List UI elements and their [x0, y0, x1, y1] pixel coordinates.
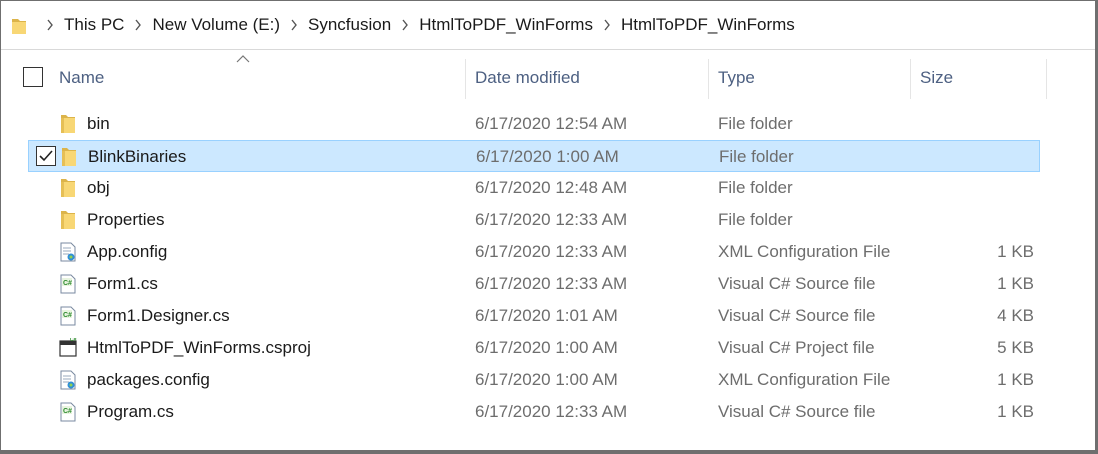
file-type: Visual C# Source file: [718, 402, 876, 421]
file-date-modified: 6/17/2020 1:00 AM: [475, 338, 618, 357]
file-row[interactable]: obj 6/17/2020 12:48 AM File folder: [28, 172, 1040, 204]
file-type: File folder: [718, 210, 793, 229]
file-size: 5 KB: [997, 338, 1034, 357]
column-size-header[interactable]: Size: [920, 57, 953, 99]
file-date-modified: 6/17/2020 12:48 AM: [475, 178, 628, 197]
svg-text:C#: C#: [70, 338, 77, 343]
file-name: bin: [87, 114, 110, 133]
column-type-header[interactable]: Type: [718, 57, 755, 99]
address-bar[interactable]: This PC New Volume (E:) Syncfusion HtmlT…: [1, 1, 1095, 50]
file-row[interactable]: App.config 6/17/2020 12:33 AM XML Configur…: [28, 236, 1040, 268]
file-explorer-window: This PC New Volume (E:) Syncfusion HtmlT…: [0, 0, 1098, 454]
csharp-file-icon: C#: [60, 402, 76, 422]
file-type: XML Configuration File: [718, 242, 891, 261]
file-date-modified: 6/17/2020 12:33 AM: [475, 402, 628, 421]
breadcrumb-item[interactable]: New Volume (E:): [149, 1, 283, 49]
file-type: Visual C# Source file: [718, 274, 876, 293]
select-all-checkbox[interactable]: [23, 67, 43, 87]
file-size: 1 KB: [997, 274, 1034, 293]
svg-text:C#: C#: [63, 312, 72, 319]
file-type: Visual C# Source file: [718, 306, 876, 325]
csproj-file-icon: C#: [59, 338, 77, 357]
file-row[interactable]: C# HtmlToPDF_WinForms.csproj 6/17/2020 1:0…: [28, 332, 1040, 364]
file-size: 1 KB: [997, 370, 1034, 389]
file-date-modified: 6/17/2020 12:54 AM: [475, 114, 628, 133]
folder-icon: [61, 179, 75, 197]
file-row[interactable]: BlinkBinaries 6/17/2020 1:00 AM File folde…: [28, 140, 1040, 172]
file-name: packages.config: [87, 370, 210, 389]
file-size: 4 KB: [997, 306, 1034, 325]
file-type: File folder: [719, 147, 794, 166]
row-checkbox[interactable]: [36, 146, 56, 166]
file-row[interactable]: C# Program.cs 6/17/2020 12:33 AM Visual C# …: [28, 396, 1040, 428]
column-divider[interactable]: [465, 59, 466, 99]
file-name: Program.cs: [87, 402, 174, 421]
column-divider[interactable]: [910, 59, 911, 99]
checkmark-icon: [39, 150, 53, 162]
file-date-modified: 6/17/2020 12:33 AM: [475, 210, 628, 229]
file-date-modified: 6/17/2020 1:00 AM: [475, 370, 618, 389]
config-file-icon: [60, 370, 76, 390]
chevron-right-icon[interactable]: [596, 1, 618, 49]
file-row[interactable]: bin 6/17/2020 12:54 AM File folder: [28, 108, 1040, 140]
column-divider[interactable]: [708, 59, 709, 99]
file-row[interactable]: C# Form1.cs 6/17/2020 12:33 AM Visual C# So…: [28, 268, 1040, 300]
file-name: Form1.cs: [87, 274, 158, 293]
file-size: 1 KB: [997, 242, 1034, 261]
breadcrumb-item[interactable]: Syncfusion: [305, 1, 394, 49]
csharp-file-icon: C#: [60, 274, 76, 294]
column-header: Name Date modified Type Size: [1, 57, 1095, 99]
file-name: HtmlToPDF_WinForms.csproj: [87, 338, 311, 357]
file-name: obj: [87, 178, 110, 197]
chevron-right-icon[interactable]: [394, 1, 416, 49]
svg-text:C#: C#: [63, 280, 72, 287]
file-type: Visual C# Project file: [718, 338, 875, 357]
file-row[interactable]: C# Form1.Designer.cs 6/17/2020 1:01 AM Visu…: [28, 300, 1040, 332]
file-date-modified: 6/17/2020 1:01 AM: [475, 306, 618, 325]
file-date-modified: 6/17/2020 12:33 AM: [475, 242, 628, 261]
svg-text:C#: C#: [63, 408, 72, 415]
file-name: Properties: [87, 210, 165, 229]
folder-icon: [61, 211, 75, 229]
file-name: App.config: [87, 242, 168, 261]
file-type: File folder: [718, 178, 793, 197]
file-type: XML Configuration File: [718, 370, 891, 389]
column-divider[interactable]: [1046, 59, 1047, 99]
breadcrumb-item[interactable]: HtmlToPDF_WinForms: [416, 1, 596, 49]
file-type: File folder: [718, 114, 793, 133]
file-row[interactable]: packages.config 6/17/2020 1:00 AM XML Conf…: [28, 364, 1040, 396]
file-row[interactable]: Properties 6/17/2020 12:33 AM File folder: [28, 204, 1040, 236]
breadcrumb: This PC New Volume (E:) Syncfusion HtmlT…: [39, 1, 798, 49]
file-name: BlinkBinaries: [88, 147, 187, 166]
chevron-right-icon[interactable]: [127, 1, 149, 49]
folder-icon: [12, 19, 26, 34]
file-size: 1 KB: [997, 402, 1034, 421]
config-file-icon: [60, 242, 76, 262]
folder-icon: [62, 148, 76, 166]
chevron-right-icon[interactable]: [283, 1, 305, 49]
column-date-header[interactable]: Date modified: [475, 57, 580, 99]
file-date-modified: 6/17/2020 1:00 AM: [476, 147, 619, 166]
breadcrumb-item[interactable]: This PC: [61, 1, 127, 49]
breadcrumb-item[interactable]: HtmlToPDF_WinForms: [618, 1, 798, 49]
file-date-modified: 6/17/2020 12:33 AM: [475, 274, 628, 293]
file-name: Form1.Designer.cs: [87, 306, 230, 325]
chevron-right-icon[interactable]: [39, 1, 61, 49]
csharp-file-icon: C#: [60, 306, 76, 326]
folder-icon: [61, 115, 75, 133]
column-name-header[interactable]: Name: [59, 57, 104, 99]
